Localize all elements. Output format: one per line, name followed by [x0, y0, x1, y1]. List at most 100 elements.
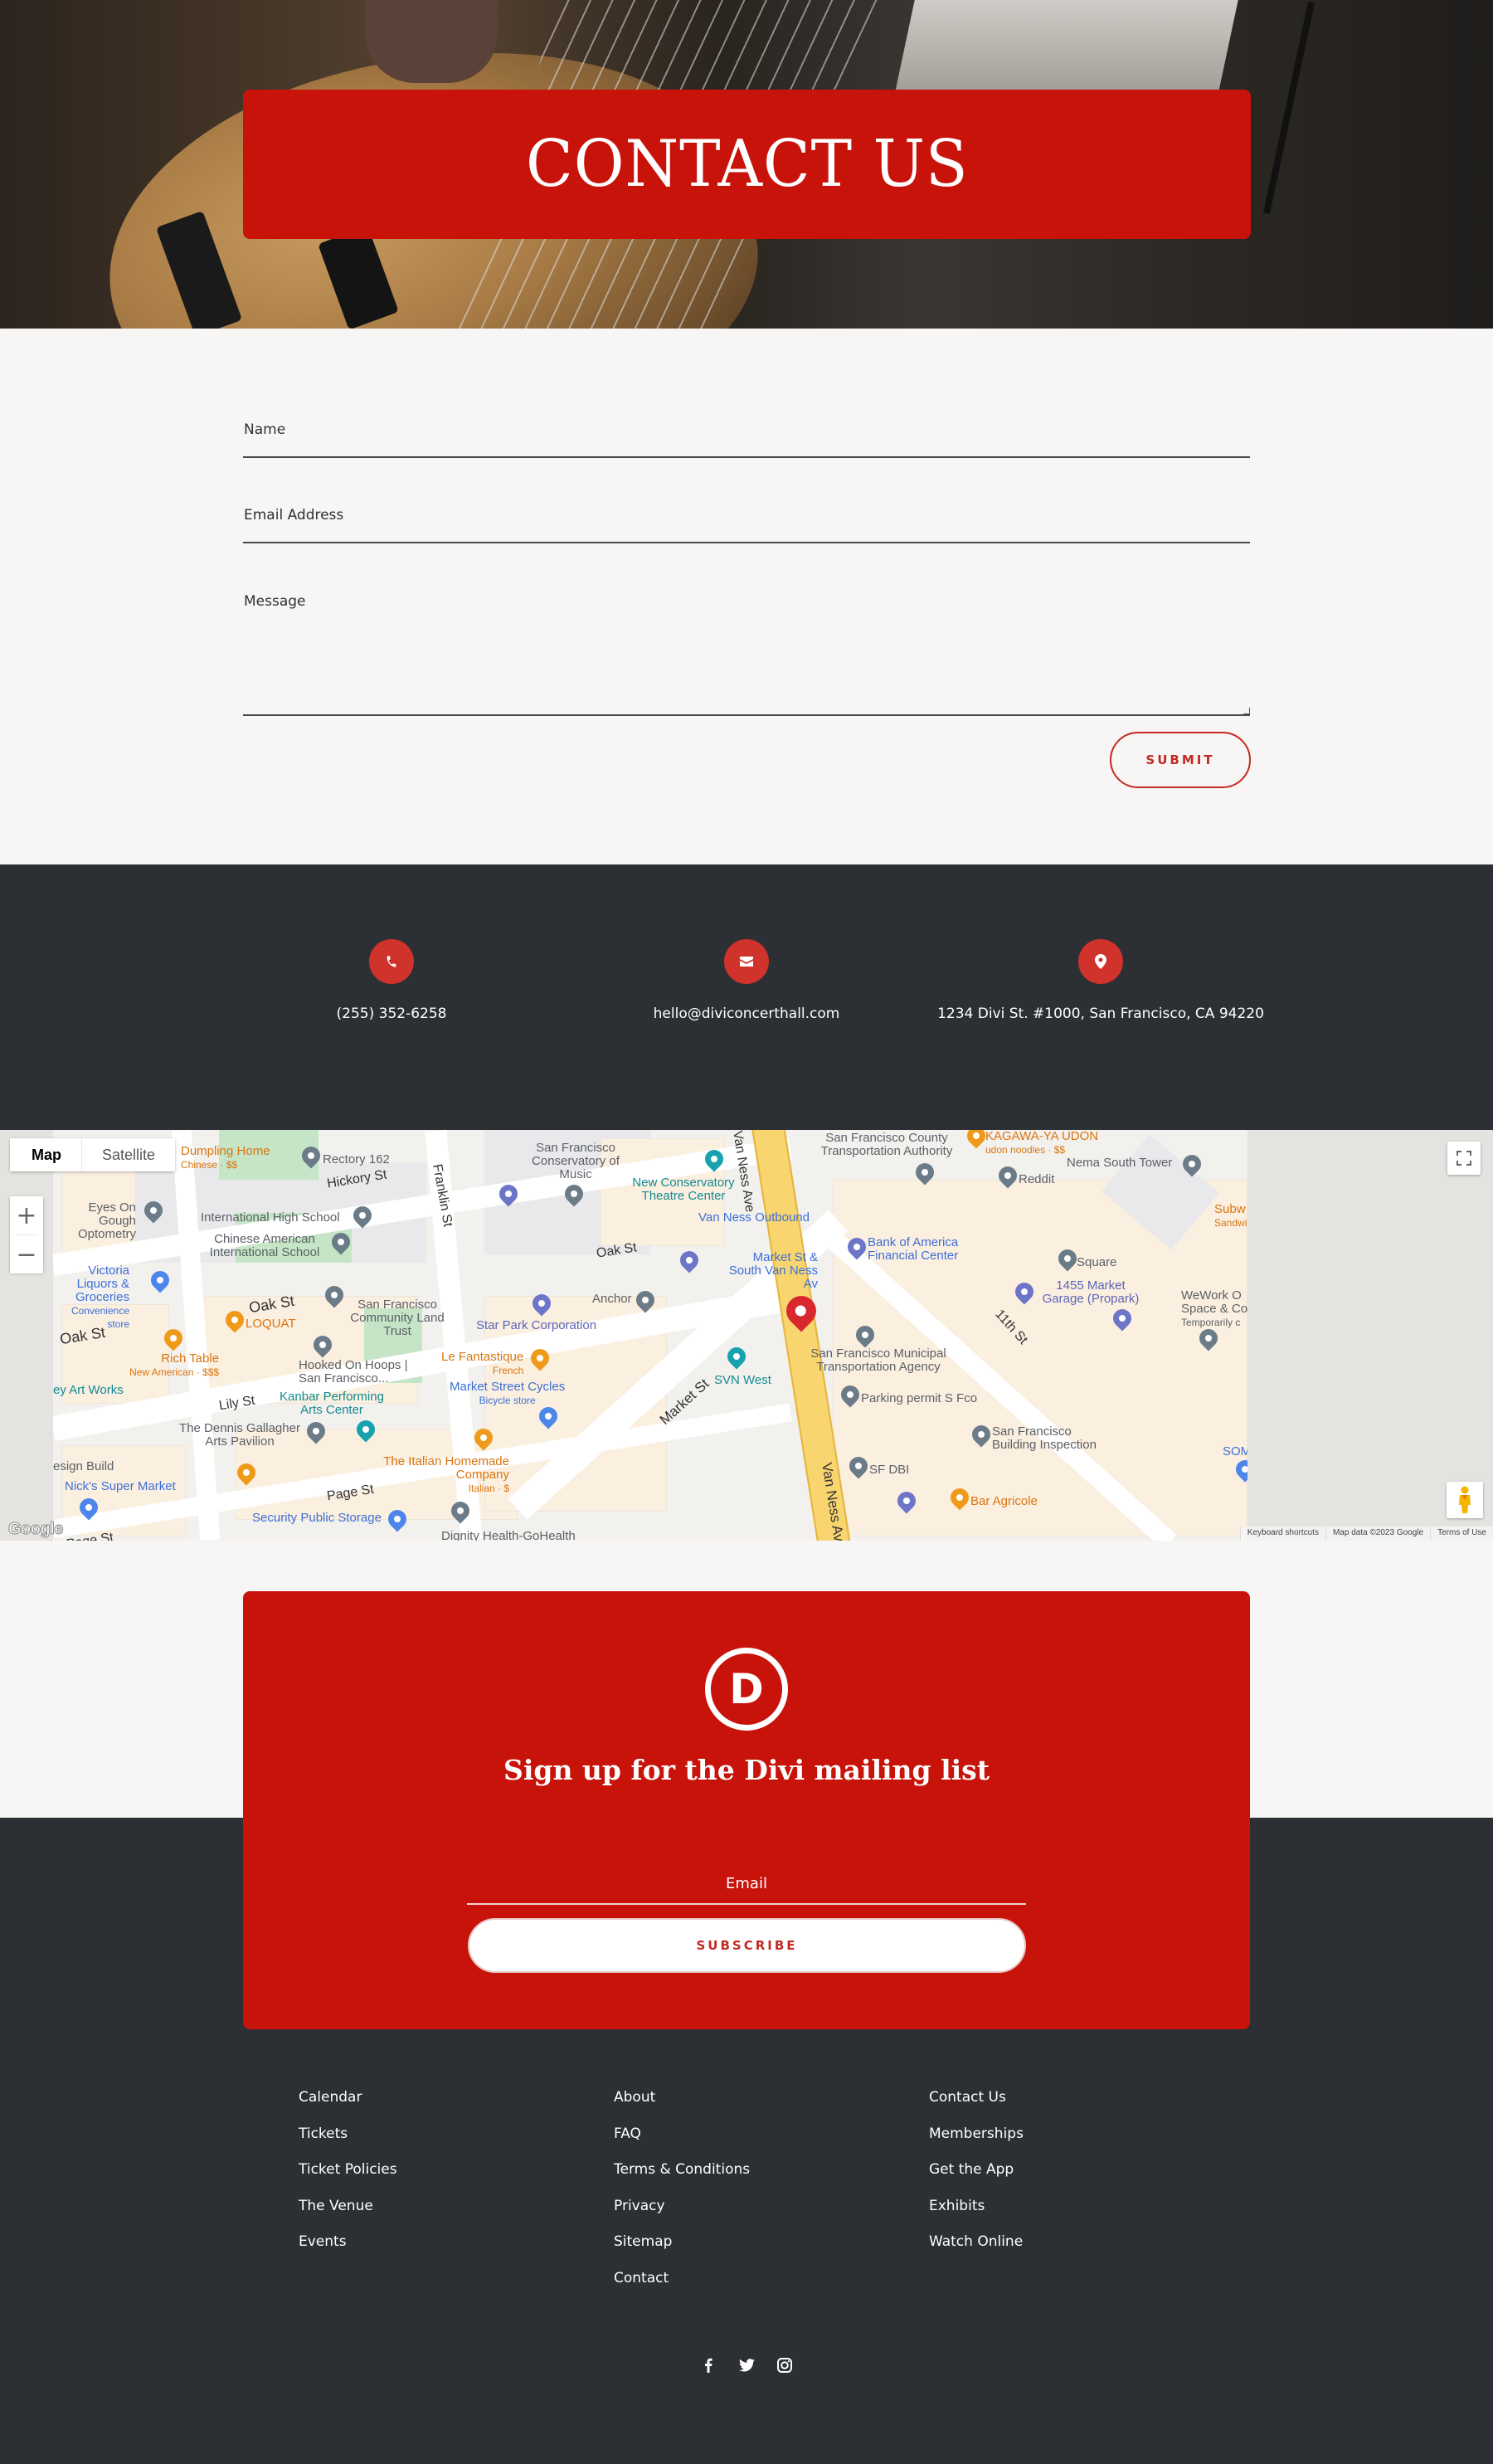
poi-label: San Francisco Community Land Trust [350, 1298, 445, 1338]
poi-label: SOM [1223, 1444, 1247, 1458]
fullscreen-button[interactable] [1447, 1142, 1481, 1175]
terms-of-use-link[interactable]: Terms of Use [1430, 1527, 1493, 1541]
map-tiles[interactable]: Hickory St Franklin St Oak St Oak St Oak… [53, 1130, 1247, 1541]
map-type-control: Map Satellite [10, 1138, 176, 1171]
poi-label: The Dennis Gallagher Arts Pavilion [179, 1421, 300, 1449]
subscribe-button[interactable]: SUBSCRIBE [468, 1918, 1026, 1973]
name-field[interactable]: Name [243, 418, 1250, 458]
poi-label: Eyes On Gough Optometry [77, 1200, 136, 1241]
map-type-map-button[interactable]: Map [10, 1138, 82, 1171]
street-view-pegman-button[interactable] [1447, 1482, 1483, 1518]
zoom-out-button[interactable]: − [10, 1235, 43, 1273]
instagram-icon[interactable] [776, 2356, 793, 2374]
email-field-label: Email Address [244, 507, 344, 523]
poi-label: Market St & South Van Ness Av [728, 1250, 818, 1291]
email-field[interactable]: Email Address [243, 504, 1250, 543]
footer-link-memberships[interactable]: Memberships [929, 2122, 1024, 2159]
footer-link-about[interactable]: About [614, 2086, 750, 2122]
poi-label: Market Street Cycles Bicycle store [450, 1380, 566, 1407]
message-field-label: Message [244, 593, 306, 610]
zoom-in-button[interactable]: + [10, 1196, 43, 1234]
contact-address: 1234 Divi St. #1000, San Francisco, CA 9… [926, 939, 1275, 1027]
poi-label: KAGAWA-YA UDON udon noodles · $$ [985, 1130, 1099, 1156]
poi-label: Hooked On Hoops | San Francisco... [299, 1358, 408, 1385]
poi-label: Dignity Health-GoHealth [441, 1529, 576, 1541]
hero-background-image [893, 0, 1238, 100]
google-logo[interactable]: Google [8, 1520, 64, 1539]
social-links [700, 2356, 793, 2374]
newsletter-title: Sign up for the Divi mailing list [503, 1754, 990, 1786]
poi-label: Victoria Liquors & Groceries Convenience … [71, 1264, 129, 1331]
location-pin-icon [1078, 939, 1123, 984]
poi-label: Anchor [592, 1292, 632, 1306]
poi-label: Dumpling Home Chinese · $$ [181, 1144, 270, 1171]
submit-button[interactable]: SUBMIT [1110, 732, 1251, 788]
phone-number[interactable]: (255) 352-6258 [217, 1001, 566, 1027]
google-map[interactable]: Hickory St Franklin St Oak St Oak St Oak… [0, 1130, 1493, 1541]
map-data-credit: Map data ©2023 Google [1325, 1527, 1430, 1541]
footer-link-get-the-app[interactable]: Get the App [929, 2158, 1024, 2194]
poi-label: Bar Agricole [970, 1494, 1038, 1508]
poi-pin-icon[interactable] [676, 1247, 703, 1273]
hero-title-card: CONTACT US [243, 90, 1251, 239]
poi-label: Le Fantastique French [441, 1350, 524, 1377]
footer-link-sitemap[interactable]: Sitemap [614, 2230, 750, 2267]
message-field[interactable]: Message [243, 590, 1250, 716]
footer-link-exhibits[interactable]: Exhibits [929, 2194, 1024, 2231]
poi-label: 1455 Market Garage (Propark) [1042, 1278, 1140, 1306]
map-type-satellite-button[interactable]: Satellite [82, 1138, 176, 1171]
poi-label: LOQUAT [246, 1317, 296, 1331]
footer-link-calendar[interactable]: Calendar [299, 2086, 397, 2122]
poi-label: New Conservatory Theatre Center [632, 1176, 735, 1203]
poi-label: Kanbar Performing Arts Center [280, 1390, 384, 1417]
poi-pin-icon[interactable] [147, 1267, 173, 1293]
poi-label: Rectory 162 [323, 1152, 390, 1166]
keyboard-shortcuts-link[interactable]: Keyboard shortcuts [1239, 1527, 1325, 1541]
poi-label: International High School [201, 1210, 340, 1225]
contact-form-section: Name Email Address Message SUBMIT [0, 329, 1493, 864]
contact-info-section: (255) 352-6258 hello@diviconcerthall.com… [0, 864, 1493, 1130]
newsletter-card: D Sign up for the Divi mailing list SUBS… [243, 1591, 1250, 2029]
hero-background-image [365, 0, 498, 83]
facebook-icon[interactable] [700, 2356, 717, 2374]
footer-link-faq[interactable]: FAQ [614, 2122, 750, 2159]
footer-link-ticket-policies[interactable]: Ticket Policies [299, 2158, 397, 2194]
poi-label: Chinese American International School [209, 1232, 320, 1259]
poi-label: San Francisco Building Inspection [992, 1424, 1097, 1452]
hero-section: CONTACT US [0, 0, 1493, 329]
fullscreen-icon [1457, 1151, 1471, 1166]
footer-link-contact-us[interactable]: Contact Us [929, 2086, 1024, 2122]
poi-label: Reddit [1019, 1172, 1055, 1186]
poi-label: San Francisco County Transportation Auth… [820, 1131, 953, 1158]
poi-pin-icon[interactable] [723, 1343, 750, 1370]
contact-phone: (255) 352-6258 [217, 939, 566, 1027]
footer-links-column-3: Contact Us Memberships Get the App Exhib… [929, 2086, 1024, 2267]
footer-link-the-venue[interactable]: The Venue [299, 2194, 397, 2231]
contact-email: hello@diviconcerthall.com [572, 939, 921, 1027]
email-address[interactable]: hello@diviconcerthall.com [572, 1001, 921, 1027]
footer-link-tickets[interactable]: Tickets [299, 2122, 397, 2159]
pegman-icon [1459, 1486, 1471, 1513]
footer-link-watch-online[interactable]: Watch Online [929, 2230, 1024, 2267]
footer-links-column-1: Calendar Tickets Ticket Policies The Ven… [299, 2086, 397, 2267]
footer-link-privacy[interactable]: Privacy [614, 2194, 750, 2231]
footer-links-column-2: About FAQ Terms & Conditions Privacy Sit… [614, 2086, 750, 2302]
footer-link-contact[interactable]: Contact [614, 2267, 750, 2303]
footer-link-events[interactable]: Events [299, 2230, 397, 2267]
footer-link-terms[interactable]: Terms & Conditions [614, 2158, 750, 2194]
poi-label: Nema South Tower [1067, 1156, 1173, 1170]
twitter-icon[interactable] [738, 2356, 755, 2374]
street-address: 1234 Divi St. #1000, San Francisco, CA 9… [937, 1006, 1264, 1022]
poi-label: SVN West [714, 1373, 771, 1387]
poi-label: esign Build [53, 1459, 114, 1473]
newsletter-email-input[interactable] [467, 1863, 1026, 1905]
poi-label: SubwSandwic [1214, 1202, 1247, 1230]
poi-label: ey Art Works [53, 1383, 124, 1397]
resize-handle[interactable] [1243, 708, 1250, 714]
hero-background-image [1263, 2, 1315, 214]
poi-label: Star Park Corporation [476, 1318, 597, 1332]
poi-label: San Francisco Conservatory of Music [532, 1141, 620, 1181]
poi-label: Security Public Storage [252, 1511, 382, 1525]
poi-label: Parking permit S Fco [861, 1391, 978, 1405]
map-attribution: Keyboard shortcuts Map data ©2023 Google… [1239, 1527, 1493, 1541]
